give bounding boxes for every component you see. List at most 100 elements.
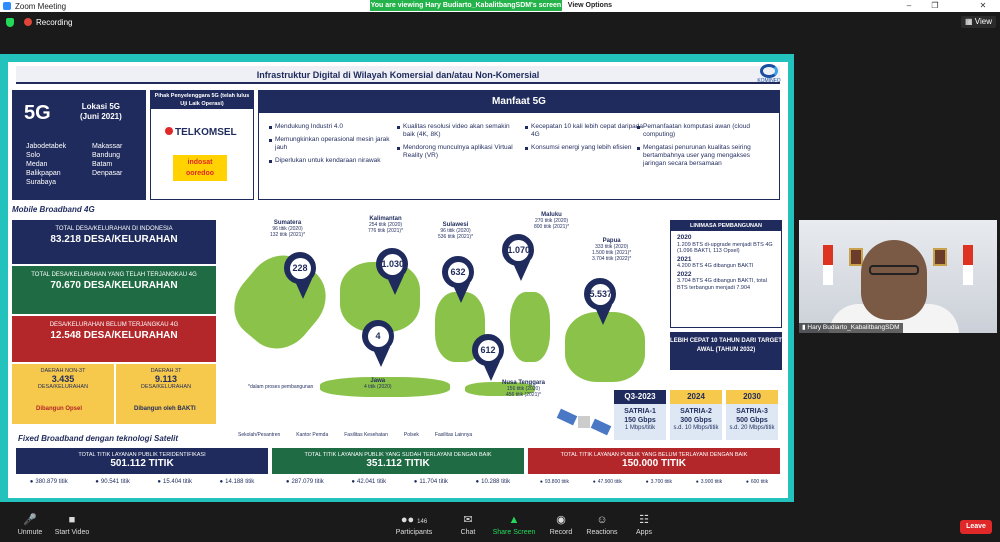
region-line: 3.704 titik (2022)* bbox=[592, 256, 632, 262]
label-jawa: Jawa 4 titik (2020) bbox=[364, 378, 392, 390]
fixed-value: 150.000 TITIK bbox=[622, 458, 686, 469]
label-nusa-tenggara: Nusa Tenggara 156 titik (2020) 456 titik (… bbox=[502, 380, 545, 398]
satria-note: s.d. 10 Mbps/titik bbox=[673, 425, 719, 431]
fixed-broadband-title: Fixed Broadband dengan teknologi Satelit bbox=[18, 434, 179, 443]
region-line: 800 titik (2021)* bbox=[534, 224, 570, 230]
city-item: Solo bbox=[26, 152, 41, 159]
security-shield-icon[interactable] bbox=[6, 17, 14, 27]
city-item: Denpasar bbox=[92, 170, 123, 177]
restore-button[interactable]: ❐ bbox=[922, 0, 948, 12]
timeline-text: 3.704 BTS 4G dibangun BAKTI, total BTS t… bbox=[677, 278, 767, 291]
fixed-value: 501.112 TITIK bbox=[110, 458, 174, 469]
manfaat-col-4: Pemanfaatan komputasi awan (cloud comput… bbox=[637, 123, 773, 173]
pin-value: 632 bbox=[447, 262, 469, 283]
fixed-item: 600 titik bbox=[746, 479, 768, 485]
stat-reached: TOTAL DESA/KELURAHAN YANG TELAH TERJANGK… bbox=[12, 266, 216, 314]
manfaat-item: Kualitas resolusi video akan semakin bai… bbox=[397, 123, 521, 139]
non3t-value: 3.435 bbox=[51, 374, 75, 384]
region-line: 456 titik (2021)* bbox=[505, 392, 541, 398]
pin-sumatera: 228 bbox=[284, 252, 316, 299]
apps-button[interactable]: ☷ Apps bbox=[614, 515, 674, 537]
stat-value: 70.670 DESA/KELURAHAN bbox=[50, 280, 178, 291]
manfaat-item: Konsumsi energi yang lebih efisien bbox=[525, 144, 649, 152]
pin-kalimantan: 1.030 bbox=[376, 248, 408, 295]
legend-item: Sekolah/Pesantren bbox=[238, 432, 281, 438]
stat-total: TOTAL DESA/KELURAHAN DI INDONESIA 83.218 … bbox=[12, 220, 216, 264]
participants-icon: ●● 146 bbox=[400, 514, 428, 526]
region-line: 536 titik (2021)* bbox=[438, 234, 474, 240]
stat-label: TOTAL DESA/KELURAHAN YANG TELAH TERJANGK… bbox=[31, 272, 197, 278]
participants-label: Participants bbox=[395, 529, 433, 536]
reactions-icon: ☺ bbox=[596, 514, 608, 526]
satria-year: Q3-2023 bbox=[614, 390, 666, 404]
facility-legend: Sekolah/Pesantren Kantor Pemda Fasilitas… bbox=[238, 432, 472, 438]
share-screen-icon: ▲ bbox=[508, 514, 520, 526]
region-line: 132 titik (2021)* bbox=[270, 232, 306, 238]
lokasi-label: Lokasi 5G bbox=[81, 102, 121, 111]
satria-cap: 300 Gbps bbox=[680, 417, 712, 424]
stat-label: DESA/KELURAHAN BELUM TERJANGKAU 4G bbox=[49, 322, 179, 328]
kominfo-logo: KOMINFO bbox=[754, 64, 784, 88]
minimize-button[interactable]: – bbox=[896, 0, 922, 12]
satria-name: SATRIA-1 bbox=[624, 408, 656, 415]
manfaat-col-2: Kualitas resolusi video akan semakin bai… bbox=[397, 123, 521, 165]
satria-year: 2024 bbox=[670, 390, 722, 404]
non3t-box: DAERAH NON-3T 3.435 DESA/KELURAHAN bbox=[12, 364, 114, 424]
slide-title: Infrastruktur Digital di Wilayah Komersi… bbox=[16, 66, 780, 84]
pin-papua: 5.537 bbox=[584, 278, 616, 325]
window-title: Zoom Meeting bbox=[15, 1, 67, 11]
chat-icon: ✉ bbox=[463, 514, 473, 526]
recording-label: Recording bbox=[36, 17, 73, 27]
city-item: Medan bbox=[26, 161, 48, 168]
pin-jawa: 4 bbox=[362, 320, 394, 367]
manfaat-item: Memungkinkan operasional mesin jarak jau… bbox=[269, 136, 393, 152]
view-options-button[interactable]: View Options bbox=[561, 0, 618, 11]
fixed-item: 10.288 titik bbox=[476, 479, 510, 485]
satria-year: 2030 bbox=[726, 390, 778, 404]
shared-slide: Infrastruktur Digital di Wilayah Komersi… bbox=[8, 62, 788, 498]
close-button[interactable]: ✕ bbox=[970, 0, 996, 12]
participant-glasses bbox=[869, 265, 919, 275]
five-g-box: 5G Lokasi 5G (Juni 2021) Jabodetabek Solo… bbox=[12, 90, 146, 200]
start-video-label: Start Video bbox=[54, 529, 90, 536]
fixed-item: 380.879 titik bbox=[30, 479, 67, 485]
fixed-unserved-box: TOTAL TITIK LAYANAN PUBLIK YANG BELUM TE… bbox=[528, 448, 780, 474]
chat-label: Chat bbox=[460, 529, 476, 536]
manfaat-col-3: Kecepatan 10 kali lebih cepat daripada 4… bbox=[525, 123, 649, 157]
fixed-total-items: 380.879 titik 90.541 titik 15.404 titik 14.… bbox=[16, 475, 268, 489]
operators-box: Pihak Penyelenggara 5G (telah lulus Uji … bbox=[150, 90, 254, 200]
satria-3-box: 2030 SATRIA-3 500 Gbps s.d. 20 Mbps/titik bbox=[726, 390, 778, 440]
fixed-item: 287.079 titik bbox=[286, 479, 323, 485]
viewing-banner: You are viewing Hary Budiarto_Kabalitban… bbox=[370, 0, 618, 11]
fixed-item: 47.900 titik bbox=[593, 479, 622, 485]
city-item: Surabaya bbox=[26, 179, 56, 186]
leave-button[interactable]: Leave bbox=[960, 520, 992, 534]
participant-video-tile[interactable]: ▮ Hary Budiarto_KabalitbangSDM bbox=[799, 220, 997, 333]
view-button[interactable]: ▦ View bbox=[961, 16, 996, 28]
fixed-served-items: 287.079 titik 42.041 titik 11.704 titik 10.… bbox=[272, 475, 524, 489]
satria-1-box: Q3-2023 SATRIA-1 150 Gbps 1 Mbps/titik bbox=[614, 390, 666, 440]
fixed-item: 90.541 titik bbox=[95, 479, 130, 485]
manfaat-item: Mengatasi penurunan kualitas seiring ber… bbox=[637, 144, 773, 168]
note-dalam-proses: *dalam proses pembangunan bbox=[248, 384, 314, 390]
legend-item: Kantor Pemda bbox=[296, 432, 329, 438]
participants-button[interactable]: ●● 146 Participants bbox=[384, 514, 444, 537]
pin-value: 228 bbox=[289, 258, 311, 279]
indosat-logo: indosat ooredoo bbox=[173, 155, 227, 181]
manfaat-col-1: Mendukung Industri 4.0 Memungkinkan oper… bbox=[269, 123, 393, 170]
indosat-text: indosat bbox=[187, 159, 213, 166]
timeline-text: 1.209 BTS di-upgrade menjadi BTS 4G (1.0… bbox=[677, 241, 773, 255]
fixed-item: 3.700 titik bbox=[646, 479, 672, 485]
label-maluku: Maluku 270 titik (2020) 800 titik (2021)* bbox=[534, 212, 569, 230]
start-video-button[interactable]: ■ Start Video bbox=[42, 515, 102, 537]
fixed-value: 351.112 TITIK bbox=[366, 458, 430, 469]
participant-face bbox=[861, 240, 927, 320]
t3-box: DAERAH 3T 9.113 DESA/KELURAHAN bbox=[116, 364, 216, 424]
timeline-header: LINIMASA PEMBANGUNAN bbox=[671, 221, 781, 231]
label-papua: Papua 333 titik (2020) 1.500 titik (2021)*… bbox=[592, 238, 631, 262]
fixed-item: 42.041 titik bbox=[351, 479, 386, 485]
stat-value: 12.548 DESA/KELURAHAN bbox=[50, 330, 178, 341]
fixed-item: 15.404 titik bbox=[157, 479, 192, 485]
satria-2-box: 2024 SATRIA-2 300 Gbps s.d. 10 Mbps/titik bbox=[670, 390, 722, 440]
viewing-text: You are viewing Hary Budiarto_Kabalitban… bbox=[370, 2, 562, 9]
